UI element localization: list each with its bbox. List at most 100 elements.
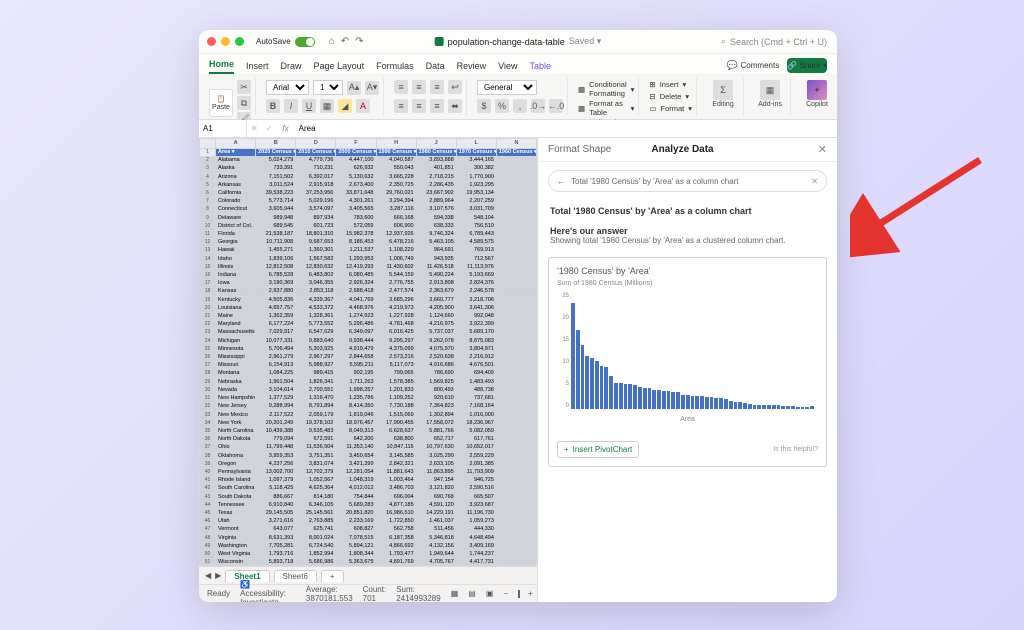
sheet-nav-next-icon[interactable]: ▶ xyxy=(215,571,221,580)
pane-tab-format-shape[interactable]: Format Shape xyxy=(548,144,611,155)
addins-group: ▦Add-ins xyxy=(750,78,791,115)
minimize-icon[interactable] xyxy=(221,37,230,46)
clear-query-icon[interactable]: ✕ xyxy=(811,177,818,186)
tab-data[interactable]: Data xyxy=(426,58,445,74)
autosave-toggle[interactable]: AutoSave xyxy=(256,37,315,47)
delete-cells-button[interactable]: ⊟ Delete ▾ xyxy=(649,92,692,101)
cancel-formula-icon[interactable]: ✕ xyxy=(247,124,262,133)
cut-icon[interactable]: ✂ xyxy=(237,80,251,94)
insert-cells-button[interactable]: ⊞ Insert ▾ xyxy=(649,80,692,89)
sheet-add-button[interactable]: + xyxy=(321,570,344,582)
feedback-prompt[interactable]: Is this helpful? xyxy=(773,446,818,453)
tab-review[interactable]: Review xyxy=(457,58,487,74)
status-count: Count: 701 xyxy=(363,585,387,603)
redo-icon[interactable]: ↷ xyxy=(355,36,363,47)
tab-view[interactable]: View xyxy=(498,58,517,74)
number-group: General $ % , .0→ ←.0 xyxy=(473,78,568,115)
decimal-dec-icon[interactable]: ←.0 xyxy=(549,99,563,113)
back-icon[interactable]: ← xyxy=(557,177,565,186)
search-box[interactable]: ⌕ Search (Cmd + Ctrl + U) xyxy=(721,36,827,47)
title-bar: AutoSave ⌂ ↶ ↷ population-change-data-ta… xyxy=(199,30,837,54)
copilot-button[interactable]: ✦Copilot xyxy=(801,80,833,108)
fx-icon[interactable]: fx xyxy=(276,124,294,133)
formula-input[interactable]: Area xyxy=(295,124,837,133)
view-normal-icon[interactable]: ▦ xyxy=(451,589,459,598)
toggle-icon[interactable] xyxy=(295,37,315,47)
quick-access-toolbar: ⌂ ↶ ↷ xyxy=(329,36,364,47)
tab-draw[interactable]: Draw xyxy=(281,58,302,74)
name-box[interactable]: A1 xyxy=(199,120,247,137)
wrap-text-icon[interactable]: ↩ xyxy=(448,80,462,94)
tab-table[interactable]: Table xyxy=(530,58,552,74)
sheet-nav-prev-icon[interactable]: ◀ xyxy=(205,571,211,580)
tab-insert[interactable]: Insert xyxy=(246,58,269,74)
comments-button[interactable]: 💬 Comments xyxy=(727,57,779,74)
chart-title: '1980 Census' by 'Area' xyxy=(557,266,818,276)
comma-icon[interactable]: , xyxy=(513,99,527,113)
increase-font-icon[interactable]: A▴ xyxy=(347,81,361,95)
enter-formula-icon[interactable]: ✓ xyxy=(262,124,277,133)
document-title[interactable]: population-change-data-table Saved ▾ xyxy=(435,36,602,47)
font-group: Arial 10 A▴ A▾ B I U ▦ ◢ A xyxy=(262,78,384,115)
addins-button[interactable]: ▦Add-ins xyxy=(754,80,786,108)
number-format-select[interactable]: General xyxy=(477,80,537,95)
accessibility-status[interactable]: ♿ Accessibility: Investigate xyxy=(240,580,286,602)
copy-icon[interactable]: ⧉ xyxy=(237,96,251,110)
ribbon-tabs: Home Insert Draw Page Layout Formulas Da… xyxy=(199,54,837,74)
zoom-icon[interactable] xyxy=(235,37,244,46)
worksheet-grid[interactable]: ABDFHJLN1Area ▾2020 Census ▾2010 Census … xyxy=(199,138,537,566)
answer-heading: Here's our answer xyxy=(538,226,837,236)
undo-icon[interactable]: ↶ xyxy=(341,36,349,47)
share-button[interactable]: 🔗 Share ▾ xyxy=(787,58,827,73)
zoom-in-icon[interactable]: + xyxy=(528,589,533,598)
tab-formulas[interactable]: Formulas xyxy=(376,58,414,74)
view-break-icon[interactable]: ▣ xyxy=(486,589,494,598)
currency-icon[interactable]: $ xyxy=(477,99,491,113)
view-page-icon[interactable]: ▤ xyxy=(468,589,476,598)
percent-icon[interactable]: % xyxy=(495,99,509,113)
align-top-icon[interactable]: ≡ xyxy=(394,80,408,94)
tab-page-layout[interactable]: Page Layout xyxy=(314,58,365,74)
underline-icon[interactable]: U xyxy=(302,99,316,113)
bold-icon[interactable]: B xyxy=(266,99,280,113)
align-center-icon[interactable]: ≡ xyxy=(412,99,426,113)
align-left-icon[interactable]: ≡ xyxy=(394,99,408,113)
align-right-icon[interactable]: ≡ xyxy=(430,99,444,113)
decrease-font-icon[interactable]: A▾ xyxy=(365,81,379,95)
decimal-inc-icon[interactable]: .0→ xyxy=(531,99,545,113)
query-pill[interactable]: ← Total '1980 Census' by 'Area' as a col… xyxy=(548,170,827,192)
font-size-select[interactable]: 10 xyxy=(313,80,343,95)
font-color-icon[interactable]: A xyxy=(356,99,370,113)
close-icon[interactable] xyxy=(207,37,216,46)
tab-home[interactable]: Home xyxy=(209,56,234,74)
format-cells-button[interactable]: ▭ Format ▾ xyxy=(649,104,692,113)
format-as-table-button[interactable]: ▦ Format as Table ▾ xyxy=(578,99,634,117)
annotation-arrow-icon xyxy=(850,150,990,260)
pane-close-icon[interactable]: ✕ xyxy=(818,143,827,156)
save-icon[interactable]: ⌂ xyxy=(329,36,335,47)
query-echo: Total '1980 Census' by 'Area' as a colum… xyxy=(538,206,837,216)
paste-button[interactable]: 📋Paste xyxy=(209,89,233,117)
filename-label: population-change-data-table xyxy=(448,37,565,47)
status-average: Average: 3870181.553 xyxy=(306,585,353,603)
answer-description: Showing total '1980 Census' by 'Area' as… xyxy=(538,236,837,245)
search-icon: ⌕ xyxy=(721,36,726,47)
conditional-formatting-button[interactable]: ▦ Conditional Formatting ▾ xyxy=(578,80,634,98)
fill-color-icon[interactable]: ◢ xyxy=(338,99,352,113)
cells-group: ⊞ Insert ▾ ⊟ Delete ▾ ▭ Format ▾ xyxy=(645,78,697,115)
window-controls[interactable] xyxy=(207,37,244,46)
font-select[interactable]: Arial xyxy=(266,80,309,95)
border-icon[interactable]: ▦ xyxy=(320,99,334,113)
chart-xlabel: Area xyxy=(557,416,818,423)
clipboard-group: 📋Paste ✂ ⧉ 🖌 xyxy=(205,78,256,115)
align-bottom-icon[interactable]: ≡ xyxy=(430,80,444,94)
align-middle-icon[interactable]: ≡ xyxy=(412,80,426,94)
query-text: Total '1980 Census' by 'Area' as a colum… xyxy=(571,177,739,186)
insert-pivotchart-button[interactable]: + Insert PivotChart xyxy=(557,441,639,458)
zoom-out-icon[interactable]: − xyxy=(503,589,508,598)
editing-button[interactable]: ΣEditing xyxy=(707,80,739,108)
merge-icon[interactable]: ⬌ xyxy=(448,99,462,113)
autosave-label: AutoSave xyxy=(256,37,291,46)
pane-tab-analyze-data[interactable]: Analyze Data xyxy=(651,144,713,155)
italic-icon[interactable]: I xyxy=(284,99,298,113)
